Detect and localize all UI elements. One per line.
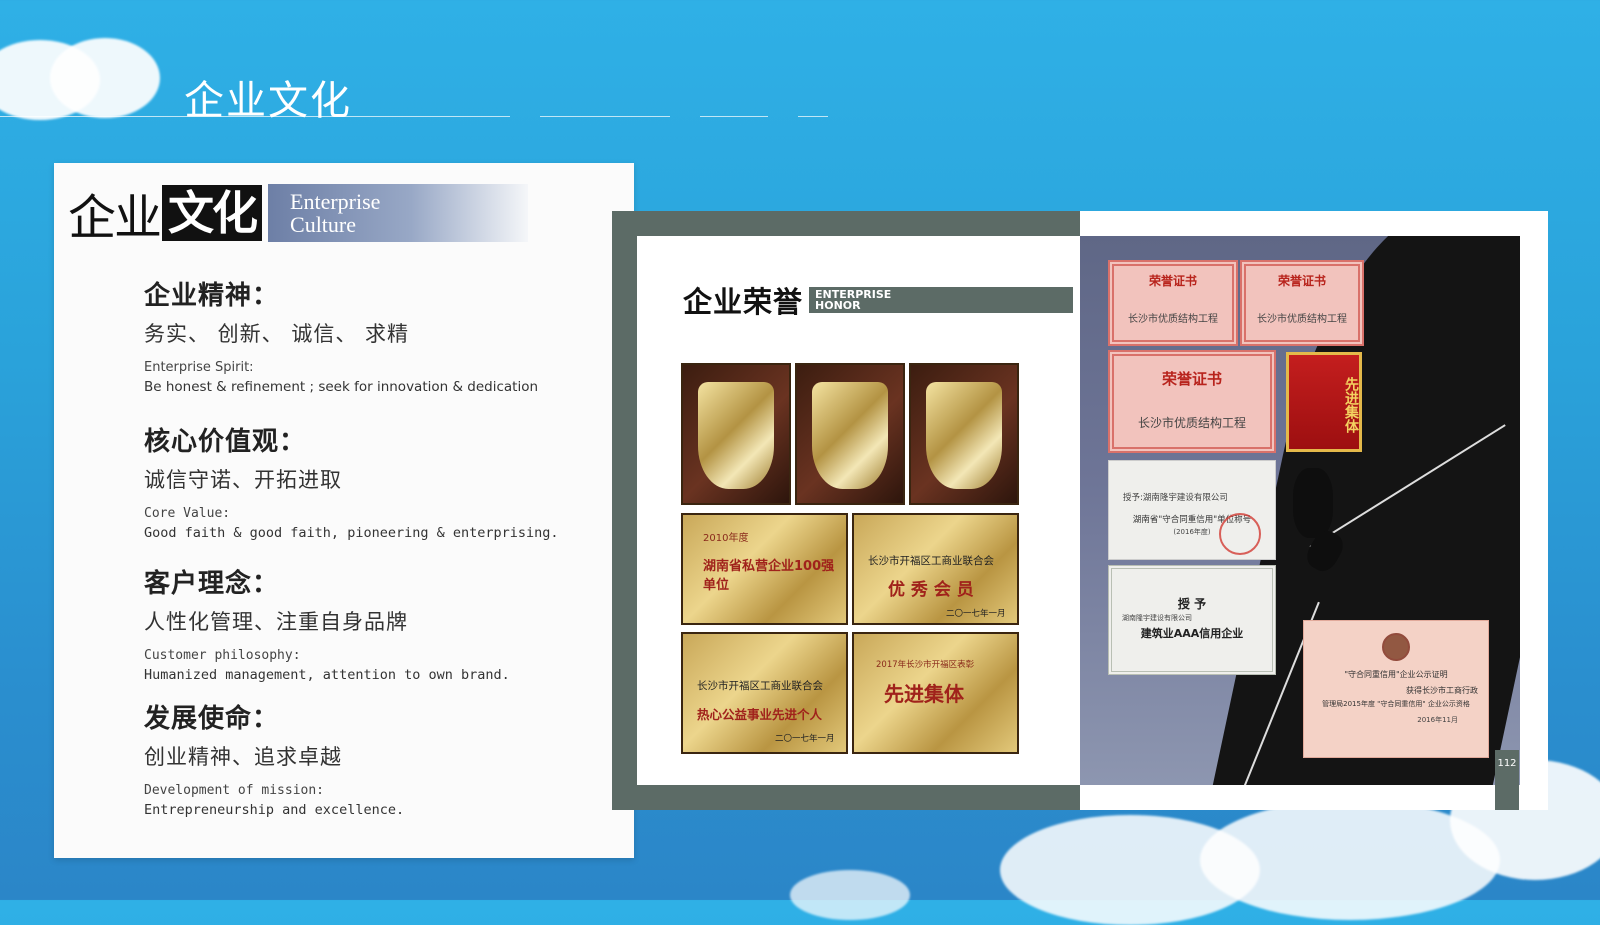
page-title: 企业文化: [184, 78, 352, 124]
culture-heading-cn-part1: 企业: [68, 190, 162, 246]
plaque-year: 2010年度: [703, 533, 749, 544]
culture-heading: 企业 文化 Enterprise Culture: [68, 183, 529, 246]
cert-line: 管理局2015年度 "守合同重信用" 企业公示资格: [1322, 700, 1470, 708]
section-cn-text: 诚信守诺、开拓进取: [144, 468, 342, 492]
culture-heading-en-line2: Culture: [290, 212, 357, 237]
certificate-title: 荣誉证书: [1161, 370, 1222, 388]
certificate-body: 长沙市优质结构工程: [1137, 416, 1246, 430]
section-en-label: Core Value:: [144, 506, 231, 521]
section-core-value: 核心价值观： 诚信守诺、开拓进取 Core Value: Good faith …: [144, 421, 559, 541]
certificate-title: 荣誉证书: [1277, 274, 1326, 288]
certificate-body: 长沙市优质结构工程: [1128, 314, 1218, 325]
red-pennant-banner: 先进集体: [1286, 352, 1362, 452]
culture-heading-cn-part2: 文化: [162, 185, 263, 241]
credit-certificate: 授予:湖南隆宇建设有限公司 湖南省"守合同重信用"单位称号 (2016年度): [1108, 460, 1276, 560]
section-spirit: 企业精神： 务实、 创新、 诚信、 求精 Enterprise Spirit: …: [144, 275, 538, 395]
section-cn-text: 人性化管理、注重自身品牌: [144, 610, 408, 634]
section-heading: 客户理念：: [144, 569, 280, 599]
award-plaque: [909, 363, 1019, 505]
climber-silhouette: [1293, 468, 1333, 538]
section-customer: 客户理念： 人性化管理、注重自身品牌 Customer philosophy: …: [144, 563, 510, 683]
banner-text: 先进集体: [1343, 377, 1359, 433]
cert-line: 授予:湖南隆宇建设有限公司: [1123, 493, 1228, 503]
culture-card: 企业 文化 Enterprise Culture 企业精神： 务实、 创新、 诚…: [54, 163, 634, 858]
section-heading: 核心价值观：: [144, 427, 307, 457]
plaque-title: 先进集体: [884, 682, 964, 706]
award-plaque: [795, 363, 905, 505]
cert-line: 湖南隆宇建设有限公司: [1122, 614, 1192, 622]
gold-plaque: 长沙市开福区工商业联合会 热心公益事业先进个人 二〇一七年一月: [681, 632, 848, 754]
section-en-label: Enterprise Spirit:: [144, 360, 254, 375]
gold-plaque: 长沙市开福区工商业联合会 优 秀 会 员 二〇一七年一月: [852, 513, 1019, 625]
section-en-text: Be honest & refinement ; seek for innova…: [144, 379, 539, 395]
certificate-title: 荣誉证书: [1148, 274, 1197, 288]
cert-line: "守合同重信用"企业公示证明: [1344, 670, 1448, 679]
cert-line: 获得长沙市工商行政: [1406, 686, 1478, 695]
divider-dash: [700, 116, 768, 117]
honor-certificate: 荣誉证书 长沙市优质结构工程: [1108, 350, 1276, 453]
award-shield-image: [925, 381, 1003, 490]
culture-heading-en-line1: Enterprise: [290, 189, 381, 214]
page-number: 112: [1497, 758, 1517, 769]
cert-line: 建筑业AAA信用企业: [1140, 627, 1244, 640]
section-cn-text: 创业精神、追求卓越: [144, 745, 342, 769]
cert-line: 授 予: [1177, 597, 1207, 611]
honor-heading: 企业荣誉 ENTERPRISE HONOR: [683, 285, 1074, 319]
divider-dash: [798, 116, 828, 117]
section-heading: 企业精神：: [144, 281, 280, 311]
section-heading: 发展使命：: [144, 704, 280, 734]
plaque-org: 长沙市开福区工商业联合会: [697, 680, 823, 692]
section-en-text: Good faith & good faith, pioneering & en…: [144, 525, 559, 541]
cert-line: 2016年11月: [1417, 716, 1458, 724]
culture-heading-en: Enterprise Culture: [268, 184, 529, 242]
gold-plaque: 2010年度 湖南省私营企业100强单位: [681, 513, 848, 625]
award-shield-image: [697, 381, 775, 490]
section-en-text: Humanized management, attention to own b…: [144, 667, 510, 683]
plaque-title: 优 秀 会 员: [888, 580, 974, 600]
section-en-label: Development of mission:: [144, 783, 325, 798]
section-en-label: Customer philosophy:: [144, 648, 301, 663]
award-shield-image: [811, 381, 889, 490]
plaque-title: 湖南省私营企业100强单位: [703, 559, 835, 593]
emblem-icon: [1382, 633, 1410, 661]
section-cn-text: 务实、 创新、 诚信、 求精: [144, 322, 410, 346]
section-mission: 发展使命： 创业精神、追求卓越 Development of mission: …: [144, 698, 404, 818]
public-notice-certificate: "守合同重信用"企业公示证明 获得长沙市工商行政 管理局2015年度 "守合同重…: [1303, 620, 1489, 758]
plaque-date: 二〇一七年一月: [775, 734, 835, 744]
divider-dash: [540, 116, 670, 117]
red-seal: [1219, 513, 1261, 555]
certificate-body: 长沙市优质结构工程: [1257, 314, 1347, 325]
honor-certificate: 荣誉证书 长沙市优质结构工程: [1108, 260, 1238, 346]
plaque-org: 长沙市开福区工商业联合会: [868, 555, 994, 567]
honor-heading-cn: 企业荣誉: [683, 285, 804, 319]
honor-heading-en-line2: HONOR: [815, 299, 861, 312]
plaque-org: 2017年长沙市开福区表彰: [876, 660, 975, 670]
plaque-date: 二〇一七年一月: [946, 609, 1006, 619]
honor-certificate: 荣誉证书 长沙市优质结构工程: [1240, 260, 1364, 346]
honor-heading-en: ENTERPRISE HONOR: [809, 287, 1074, 313]
title-underline: [0, 116, 510, 117]
gold-plaque: 2017年长沙市开福区表彰 先进集体: [852, 632, 1019, 754]
plaque-title: 热心公益事业先进个人: [697, 707, 823, 722]
award-plaque: [681, 363, 791, 505]
section-en-text: Entrepreneurship and excellence.: [144, 802, 405, 818]
page-number-tab: 112: [1495, 750, 1519, 810]
cloud-bottom-mid: [790, 870, 910, 920]
aaa-credit-certificate: 授 予 湖南隆宇建设有限公司 建筑业AAA信用企业: [1108, 565, 1276, 675]
cloud-top-left-2: [50, 38, 160, 118]
